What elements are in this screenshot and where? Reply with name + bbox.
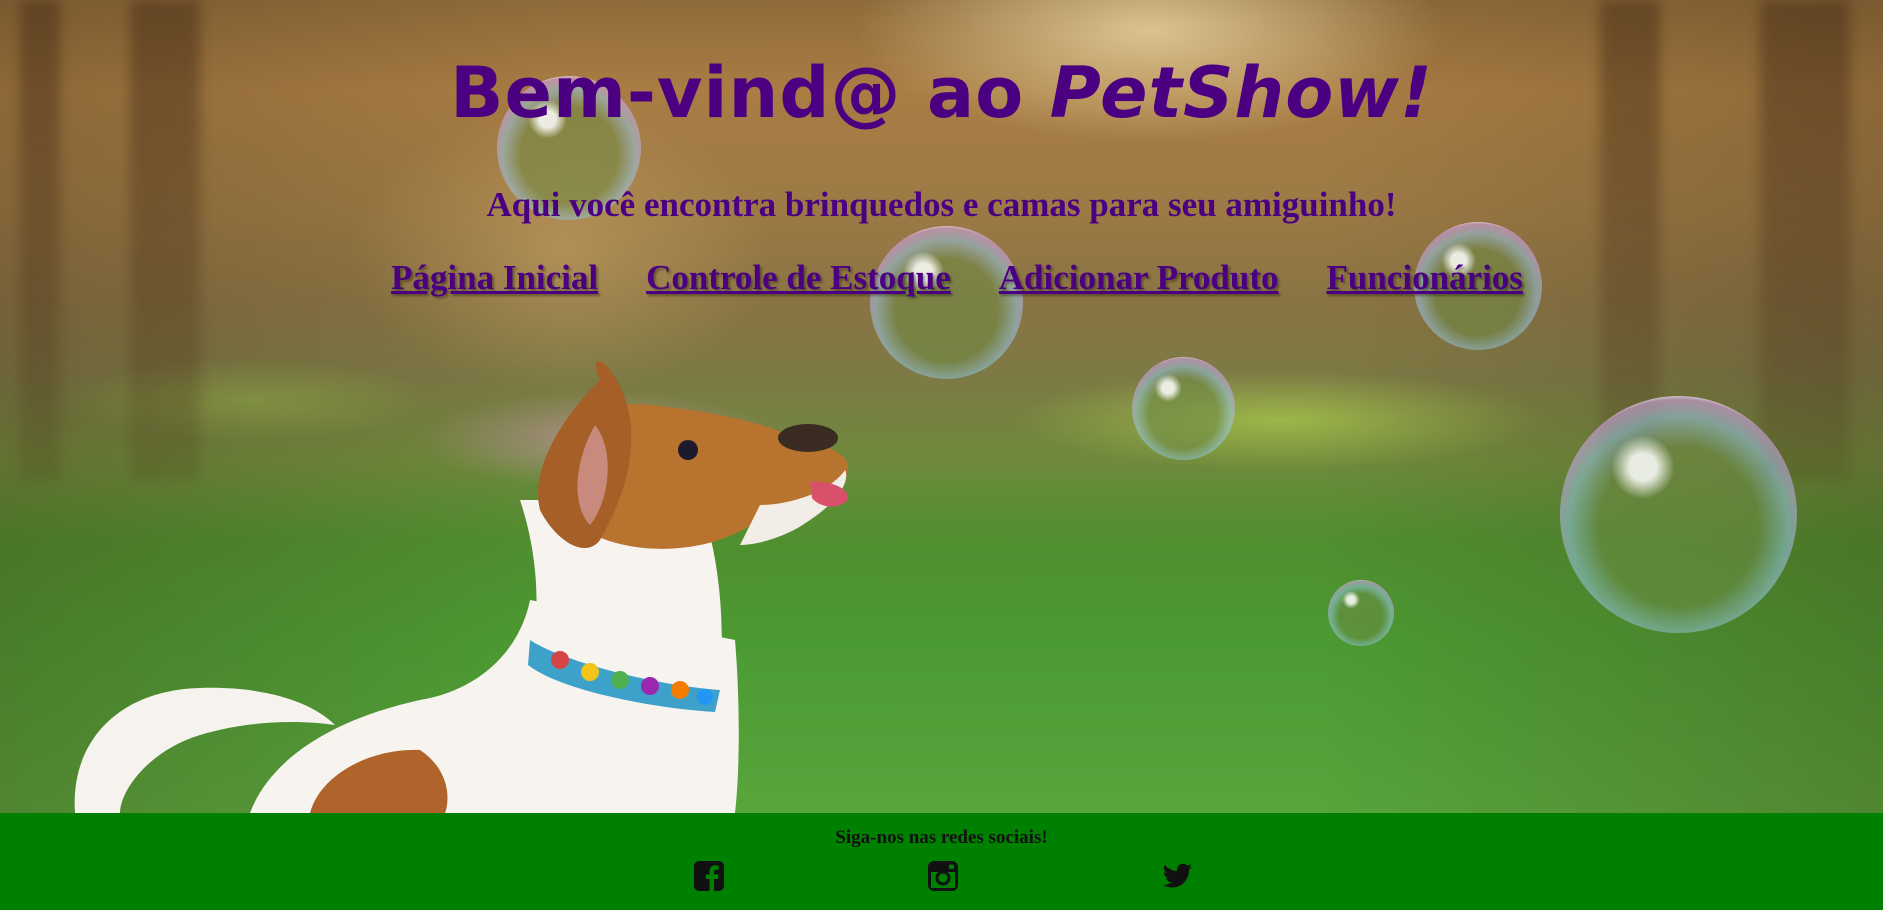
nav-link-stock-control[interactable]: Controle de Estoque xyxy=(646,258,951,302)
title-prefix: Bem-vind@ ao xyxy=(450,52,1050,134)
page-subtitle: Aqui você encontra brinquedos e camas pa… xyxy=(486,185,1397,224)
nav-link-home[interactable]: Página Inicial xyxy=(391,258,598,302)
footer-social-text: Siga-nos nas redes sociais! xyxy=(835,827,1048,848)
twitter-icon[interactable] xyxy=(1161,860,1193,892)
nav-link-add-product[interactable]: Adicionar Produto xyxy=(999,258,1279,302)
instagram-icon[interactable] xyxy=(927,860,959,892)
nav-link-employees[interactable]: Funcionários xyxy=(1327,258,1523,302)
main-nav: Página Inicial Controle de Estoque Adici… xyxy=(391,258,1523,302)
facebook-icon[interactable] xyxy=(693,860,725,892)
page-title: Bem-vind@ ao PetShow! xyxy=(0,52,1883,134)
title-brand: PetShow! xyxy=(1049,52,1433,134)
